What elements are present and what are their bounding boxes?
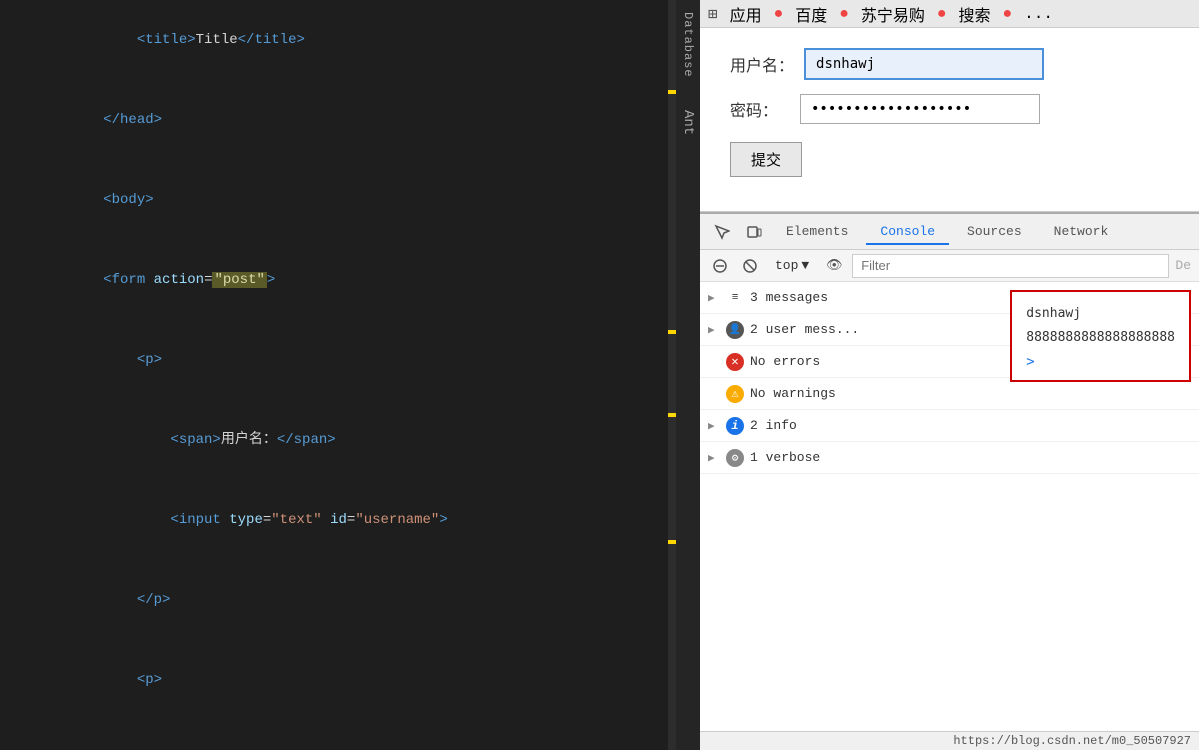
- tab-network[interactable]: Network: [1040, 220, 1123, 245]
- suning-icon: ●: [839, 5, 849, 23]
- password-input[interactable]: [800, 94, 1040, 124]
- top-bar: ⊞ 应用 ● 百度 ● 苏宁易购 ● 搜索 ● ...: [700, 0, 1199, 28]
- top-label: top: [775, 258, 798, 273]
- user-icon: 👤: [726, 321, 744, 339]
- console-chevron-icon: >: [1026, 354, 1034, 370]
- more-icon: ●: [1003, 5, 1013, 23]
- dropdown-arrow-icon: ▼: [801, 258, 809, 273]
- grid-icon: ⊞: [708, 4, 718, 24]
- error-icon: ✕: [726, 353, 744, 371]
- expand-arrow-icon: ▶: [708, 291, 720, 305]
- scroll-indicator: [668, 90, 676, 94]
- code-line: <p>: [0, 320, 700, 400]
- status-bar: https://blog.csdn.net/m0_50507927: [700, 731, 1199, 750]
- scroll-indicator: [668, 413, 676, 417]
- line-content: <body>: [32, 161, 700, 239]
- de-label: De: [1175, 258, 1191, 273]
- search-icon-2: ●: [937, 5, 947, 23]
- tab-elements[interactable]: Elements: [772, 220, 862, 245]
- warning-icon: ⚠: [726, 385, 744, 403]
- code-line: <form action="post">: [0, 240, 700, 320]
- sources-tab-label: Sources: [967, 224, 1022, 239]
- scroll-indicator: [668, 540, 676, 544]
- line-content: </head>: [32, 81, 700, 159]
- console-info-text: 2 info: [750, 418, 1191, 433]
- code-line: <span>用户名：</span>: [0, 400, 700, 480]
- expand-arrow-icon: ▶: [708, 419, 720, 433]
- console-item-verbose[interactable]: ▶ ⚙ 1 verbose: [700, 442, 1199, 474]
- more-label[interactable]: ...: [1024, 5, 1053, 23]
- form-area: 用户名： 密码： 提交: [700, 28, 1199, 212]
- line-content: </p>: [32, 561, 700, 639]
- browser-content: 用户名： 密码： 提交: [700, 28, 1199, 731]
- devtools-panel: Elements Console Sources Network: [700, 212, 1199, 731]
- scroll-indicator: [668, 330, 676, 334]
- right-panel: ⊞ 应用 ● 百度 ● 苏宁易购 ● 搜索 ● ... 用户名： 密码： 提交: [700, 0, 1199, 750]
- tab-console[interactable]: Console: [866, 220, 949, 245]
- submit-button[interactable]: 提交: [730, 142, 802, 177]
- messages-icon: ≡: [726, 289, 744, 307]
- line-content: <p>: [32, 641, 700, 719]
- filter-input[interactable]: [852, 254, 1169, 278]
- username-label: 用户名：: [730, 52, 794, 76]
- console-warnings-text: No warnings: [750, 386, 1191, 401]
- inspect-icon[interactable]: [708, 218, 736, 246]
- output-line-1: dsnhawj: [1026, 302, 1175, 326]
- search-label[interactable]: 搜索: [959, 2, 991, 26]
- eye-icon[interactable]: 👁: [822, 254, 846, 278]
- line-content: <form action="post">: [32, 241, 700, 319]
- username-row: 用户名：: [730, 48, 1169, 80]
- line-content: <span>用户名：</span>: [32, 401, 700, 479]
- password-row: 密码：: [730, 94, 1169, 124]
- tab-sources[interactable]: Sources: [953, 220, 1036, 245]
- ban-icon[interactable]: [738, 254, 762, 278]
- info-icon: i: [726, 417, 744, 435]
- code-line: </head>: [0, 80, 700, 160]
- top-dropdown[interactable]: top ▼: [768, 255, 816, 276]
- password-label: 密码：: [730, 97, 790, 121]
- output-line-2: 8888888888888888888: [1026, 326, 1175, 350]
- expand-arrow-icon: ▶: [708, 323, 720, 337]
- status-url: https://blog.csdn.net/m0_50507927: [953, 734, 1191, 748]
- code-area: <title>Title</title> </head> <body> <for…: [0, 0, 700, 750]
- scrollbar[interactable]: [668, 0, 676, 750]
- baidu-icon: ●: [774, 5, 784, 23]
- device-icon[interactable]: [740, 218, 768, 246]
- code-line: <title>Title</title>: [0, 0, 700, 80]
- database-tab[interactable]: Database: [679, 4, 697, 86]
- side-panel: Database Ant: [676, 0, 700, 750]
- console-tab-label: Console: [880, 224, 935, 239]
- console-item-info[interactable]: ▶ i 2 info: [700, 410, 1199, 442]
- devtools-tabs: Elements Console Sources Network: [700, 214, 1199, 250]
- network-tab-label: Network: [1054, 224, 1109, 239]
- ant-icon: Ant: [680, 110, 696, 135]
- clear-console-icon[interactable]: [708, 254, 732, 278]
- line-content: <p>: [32, 321, 700, 399]
- code-line: <body>: [0, 160, 700, 240]
- line-number: 💡: [0, 721, 32, 750]
- suning-label[interactable]: 苏宁易购: [861, 2, 925, 26]
- submit-row: 提交: [730, 138, 1169, 177]
- console-toolbar: top ▼ 👁 De: [700, 250, 1199, 282]
- line-content: <title>Title</title>: [32, 1, 700, 79]
- line-content: <span>密码：</span>: [32, 721, 700, 750]
- code-panel: <title>Title</title> </head> <body> <for…: [0, 0, 700, 750]
- console-item-warnings[interactable]: ▶ ⚠ No warnings: [700, 378, 1199, 410]
- baidu-label[interactable]: 百度: [795, 2, 827, 26]
- console-verbose-text: 1 verbose: [750, 450, 1191, 465]
- code-line: <p>: [0, 640, 700, 720]
- elements-tab-label: Elements: [786, 224, 848, 239]
- code-line: <input type="text" id="username">: [0, 480, 700, 560]
- line-content: <input type="text" id="username">: [32, 481, 700, 559]
- expand-arrow-icon: ▶: [708, 451, 720, 465]
- code-line: 💡 <span>密码：</span>: [0, 720, 700, 750]
- app-label[interactable]: 应用: [730, 2, 762, 26]
- verbose-icon: ⚙: [726, 449, 744, 467]
- output-box: dsnhawj 8888888888888888888 >: [1010, 290, 1191, 382]
- code-line: </p>: [0, 560, 700, 640]
- username-input[interactable]: [804, 48, 1044, 80]
